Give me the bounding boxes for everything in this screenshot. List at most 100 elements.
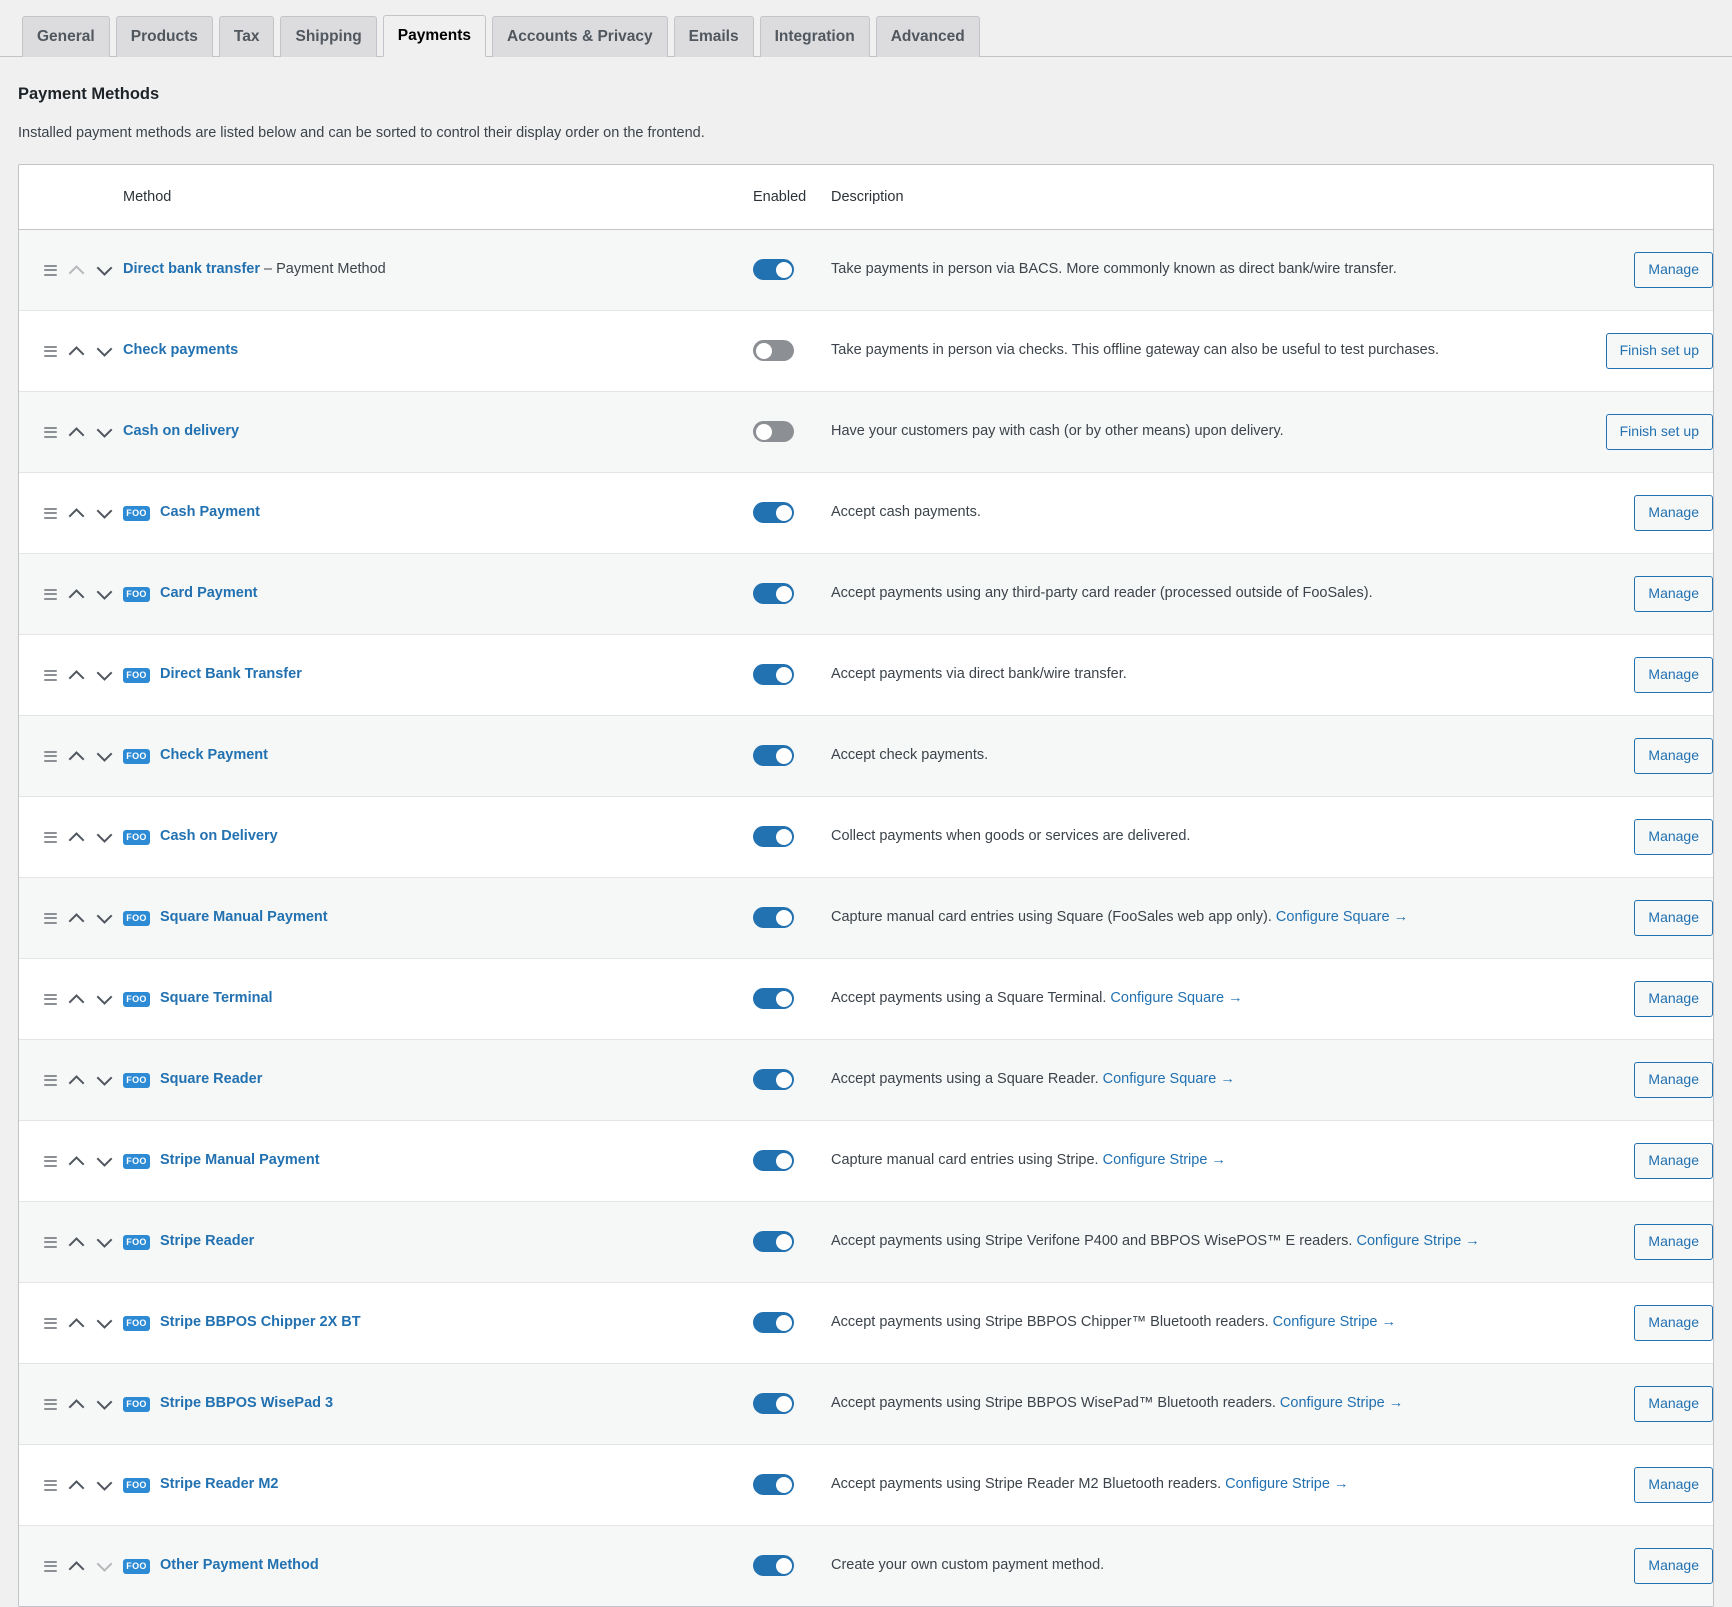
chevron-up-icon[interactable] bbox=[68, 343, 85, 360]
drag-handle-icon[interactable] bbox=[44, 1236, 57, 1248]
chevron-up-icon[interactable] bbox=[68, 910, 85, 927]
drag-handle-icon[interactable] bbox=[44, 264, 57, 276]
chevron-down-icon[interactable] bbox=[96, 1396, 113, 1413]
chevron-up-icon[interactable] bbox=[68, 1153, 85, 1170]
enabled-toggle[interactable] bbox=[753, 1150, 794, 1172]
enabled-toggle[interactable] bbox=[753, 1555, 794, 1577]
method-link[interactable]: Direct Bank Transfer bbox=[160, 666, 302, 682]
enabled-toggle[interactable] bbox=[753, 259, 794, 281]
finish-setup-button[interactable]: Finish set up bbox=[1605, 333, 1713, 370]
method-link[interactable]: Cash on Delivery bbox=[160, 828, 278, 844]
chevron-up-icon[interactable] bbox=[68, 424, 85, 441]
drag-handle-icon[interactable] bbox=[44, 1560, 57, 1572]
manage-button[interactable]: Manage bbox=[1634, 1062, 1713, 1099]
manage-button[interactable]: Manage bbox=[1634, 819, 1713, 856]
manage-button[interactable]: Manage bbox=[1634, 738, 1713, 775]
manage-button[interactable]: Manage bbox=[1634, 1224, 1713, 1261]
method-link[interactable]: Other Payment Method bbox=[160, 1557, 319, 1573]
enabled-toggle[interactable] bbox=[753, 1474, 794, 1496]
enabled-toggle[interactable] bbox=[753, 664, 794, 686]
chevron-down-icon[interactable] bbox=[96, 505, 113, 522]
chevron-up-icon[interactable] bbox=[68, 667, 85, 684]
method-link[interactable]: Check payments bbox=[123, 342, 238, 358]
drag-handle-icon[interactable] bbox=[44, 669, 57, 681]
method-link[interactable]: Card Payment bbox=[160, 585, 258, 601]
chevron-down-icon[interactable] bbox=[96, 262, 113, 279]
enabled-toggle[interactable] bbox=[753, 340, 794, 362]
method-link[interactable]: Check Payment bbox=[160, 747, 268, 763]
chevron-up-icon[interactable] bbox=[68, 748, 85, 765]
tab-emails[interactable]: Emails bbox=[673, 15, 754, 57]
chevron-down-icon[interactable] bbox=[96, 829, 113, 846]
enabled-toggle[interactable] bbox=[753, 1069, 794, 1091]
chevron-up-icon[interactable] bbox=[68, 1234, 85, 1251]
manage-button[interactable]: Manage bbox=[1634, 495, 1713, 532]
method-link[interactable]: Direct bank transfer bbox=[123, 261, 260, 277]
tab-accounts-privacy[interactable]: Accounts & Privacy bbox=[492, 15, 668, 57]
method-link[interactable]: Stripe Reader bbox=[160, 1233, 254, 1249]
method-link[interactable]: Stripe BBPOS Chipper 2X BT bbox=[160, 1314, 361, 1330]
chevron-up-icon[interactable] bbox=[68, 505, 85, 522]
chevron-down-icon[interactable] bbox=[96, 1477, 113, 1494]
tab-advanced[interactable]: Advanced bbox=[875, 15, 980, 57]
tab-integration[interactable]: Integration bbox=[759, 15, 870, 57]
chevron-up-icon[interactable] bbox=[68, 1477, 85, 1494]
enabled-toggle[interactable] bbox=[753, 745, 794, 767]
drag-handle-icon[interactable] bbox=[44, 1398, 57, 1410]
drag-handle-icon[interactable] bbox=[44, 1317, 57, 1329]
method-link[interactable]: Cash Payment bbox=[160, 504, 260, 520]
tab-products[interactable]: Products bbox=[115, 15, 213, 57]
drag-handle-icon[interactable] bbox=[44, 507, 57, 519]
enabled-toggle[interactable] bbox=[753, 502, 794, 524]
drag-handle-icon[interactable] bbox=[44, 912, 57, 924]
method-link[interactable]: Cash on delivery bbox=[123, 423, 239, 439]
method-link[interactable]: Square Terminal bbox=[160, 990, 273, 1006]
chevron-up-icon[interactable] bbox=[68, 1072, 85, 1089]
enabled-toggle[interactable] bbox=[753, 907, 794, 929]
drag-handle-icon[interactable] bbox=[44, 345, 57, 357]
drag-handle-icon[interactable] bbox=[44, 750, 57, 762]
manage-button[interactable]: Manage bbox=[1634, 1548, 1713, 1585]
drag-handle-icon[interactable] bbox=[44, 1155, 57, 1167]
configure-link[interactable]: Configure Stripe → bbox=[1225, 1476, 1348, 1492]
enabled-toggle[interactable] bbox=[753, 1231, 794, 1253]
manage-button[interactable]: Manage bbox=[1634, 1143, 1713, 1180]
configure-link[interactable]: Configure Square → bbox=[1103, 1071, 1235, 1087]
method-link[interactable]: Stripe Manual Payment bbox=[160, 1152, 320, 1168]
chevron-up-icon[interactable] bbox=[68, 991, 85, 1008]
manage-button[interactable]: Manage bbox=[1634, 1467, 1713, 1504]
chevron-down-icon[interactable] bbox=[96, 667, 113, 684]
manage-button[interactable]: Manage bbox=[1634, 1305, 1713, 1342]
enabled-toggle[interactable] bbox=[753, 1393, 794, 1415]
drag-handle-icon[interactable] bbox=[44, 1479, 57, 1491]
method-link[interactable]: Square Reader bbox=[160, 1071, 262, 1087]
enabled-toggle[interactable] bbox=[753, 1312, 794, 1334]
configure-link[interactable]: Configure Stripe → bbox=[1356, 1233, 1479, 1249]
configure-link[interactable]: Configure Square → bbox=[1276, 909, 1408, 925]
method-link[interactable]: Stripe Reader M2 bbox=[160, 1476, 278, 1492]
manage-button[interactable]: Manage bbox=[1634, 576, 1713, 613]
enabled-toggle[interactable] bbox=[753, 826, 794, 848]
chevron-down-icon[interactable] bbox=[96, 343, 113, 360]
chevron-up-icon[interactable] bbox=[68, 829, 85, 846]
chevron-down-icon[interactable] bbox=[96, 1234, 113, 1251]
chevron-down-icon[interactable] bbox=[96, 1072, 113, 1089]
chevron-down-icon[interactable] bbox=[96, 586, 113, 603]
chevron-down-icon[interactable] bbox=[96, 910, 113, 927]
tab-general[interactable]: General bbox=[22, 15, 110, 57]
configure-link[interactable]: Configure Stripe → bbox=[1273, 1314, 1396, 1330]
finish-setup-button[interactable]: Finish set up bbox=[1605, 414, 1713, 451]
drag-handle-icon[interactable] bbox=[44, 588, 57, 600]
configure-link[interactable]: Configure Stripe → bbox=[1280, 1395, 1403, 1411]
drag-handle-icon[interactable] bbox=[44, 993, 57, 1005]
tab-tax[interactable]: Tax bbox=[218, 15, 275, 57]
drag-handle-icon[interactable] bbox=[44, 426, 57, 438]
chevron-up-icon[interactable] bbox=[68, 1558, 85, 1575]
chevron-down-icon[interactable] bbox=[96, 424, 113, 441]
configure-link[interactable]: Configure Square → bbox=[1110, 990, 1242, 1006]
chevron-up-icon[interactable] bbox=[68, 1315, 85, 1332]
enabled-toggle[interactable] bbox=[753, 988, 794, 1010]
method-link[interactable]: Square Manual Payment bbox=[160, 909, 328, 925]
enabled-toggle[interactable] bbox=[753, 583, 794, 605]
drag-handle-icon[interactable] bbox=[44, 1074, 57, 1086]
